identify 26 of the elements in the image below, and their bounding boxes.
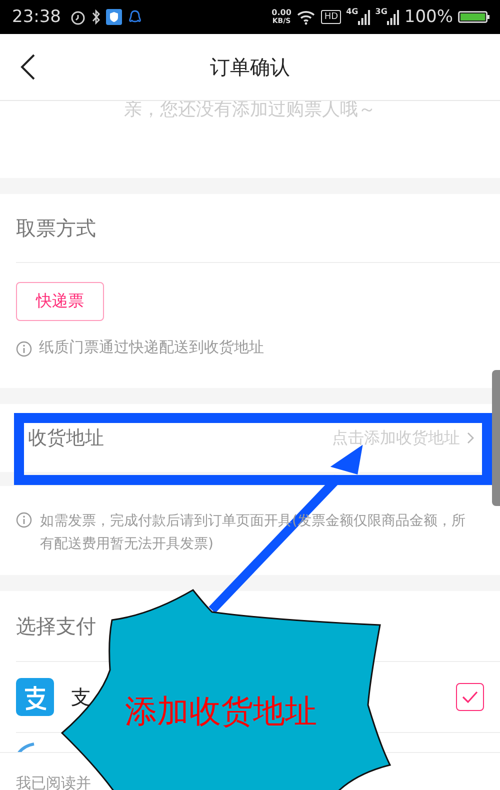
signal-icon <box>387 9 400 25</box>
alarm-icon <box>70 9 86 25</box>
info-icon <box>16 512 32 528</box>
network-type-text: 3G <box>375 7 388 16</box>
signal-icon <box>358 9 370 25</box>
battery-text: 100% <box>404 7 453 27</box>
bluetooth-icon <box>91 9 101 25</box>
annotation-label: 添加收货地址 <box>125 691 317 732</box>
chevron-right-icon <box>466 431 476 445</box>
shield-icon <box>106 9 122 25</box>
network-type-text: 4G <box>346 7 358 16</box>
section-title: 取票方式 <box>16 214 96 242</box>
checkbox[interactable] <box>456 683 484 711</box>
payment-method-name: 支 <box>71 684 91 710</box>
agreement-text: 我已阅读并 <box>16 774 91 790</box>
hd-badge: HD <box>321 10 342 24</box>
clock-text: 23:38 <box>12 7 61 27</box>
battery-icon <box>458 9 490 25</box>
checkmark-icon <box>460 689 480 705</box>
page-title: 订单确认 <box>210 54 290 80</box>
delivery-note: 纸质门票通过快递配送到收货地址 <box>39 338 264 357</box>
address-label[interactable]: 收货地址 <box>28 425 326 451</box>
section-title: 选择支付 <box>16 612 96 640</box>
wifi-icon <box>296 9 316 25</box>
info-icon <box>16 340 32 356</box>
delivery-option-button[interactable]: 快递票 <box>16 282 104 321</box>
